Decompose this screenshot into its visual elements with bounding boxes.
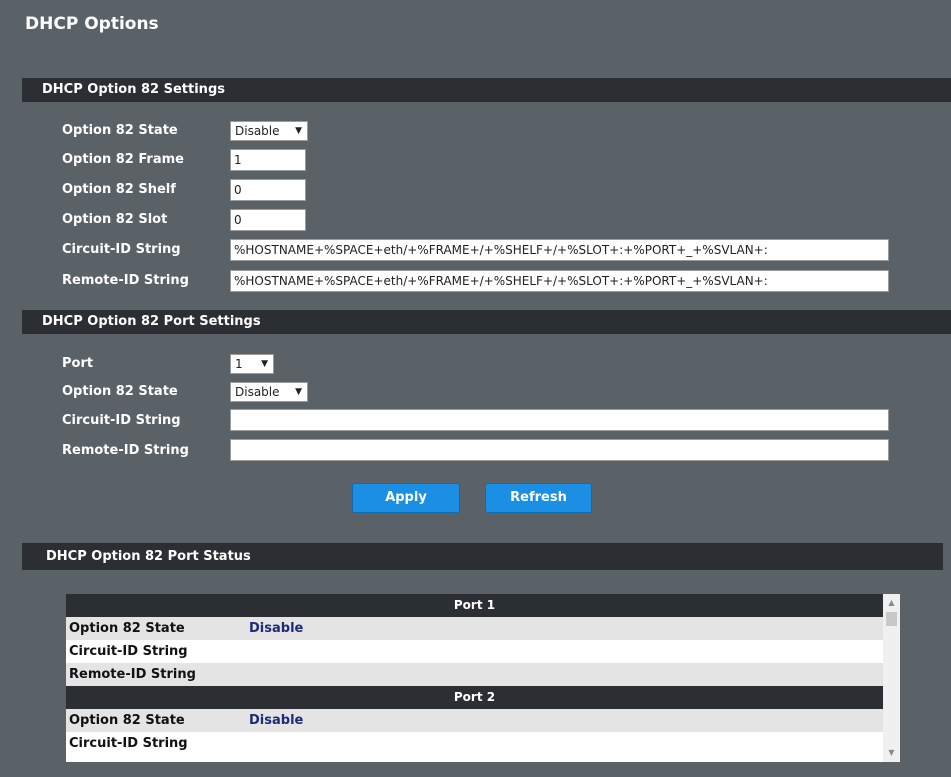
port1-header: Port 1 <box>66 594 883 617</box>
table-row: Circuit-ID String <box>66 732 883 755</box>
port-label: Port <box>62 356 94 371</box>
refresh-button[interactable]: Refresh <box>485 483 592 513</box>
option82-shelf-label: Option 82 Shelf <box>62 182 176 197</box>
port-option82-state-label: Option 82 State <box>62 384 178 399</box>
port1-remote-label: Remote-ID String <box>69 667 196 682</box>
option82-state-label: Option 82 State <box>62 123 178 138</box>
remote-id-label: Remote-ID String <box>62 273 189 288</box>
option82-state-select[interactable]: Disable ▼ <box>230 121 308 141</box>
port-select[interactable]: 1 ▼ <box>230 354 274 374</box>
port1-state-label: Option 82 State <box>69 621 185 636</box>
port2-header: Port 2 <box>66 686 883 709</box>
chevron-down-icon: ▼ <box>295 387 302 397</box>
remote-id-input[interactable]: %HOSTNAME+%SPACE+eth/+%FRAME+/+%SHELF+/+… <box>230 270 889 292</box>
port-settings-section-title: DHCP Option 82 Port Settings <box>42 314 261 329</box>
port1-state-value: Disable <box>249 621 304 636</box>
settings-section-header: DHCP Option 82 Settings <box>22 78 951 102</box>
option82-shelf-input[interactable]: 0 <box>230 179 306 201</box>
port-status-table: Port 1 Option 82 State Disable Circuit-I… <box>66 594 883 762</box>
port-status-section-title: DHCP Option 82 Port Status <box>46 549 251 564</box>
page-title: DHCP Options <box>25 14 159 34</box>
chevron-down-icon: ▼ <box>261 359 268 369</box>
status-table-scrollbar[interactable]: ▲ ▼ <box>883 594 900 762</box>
circuit-id-label: Circuit-ID String <box>62 242 181 257</box>
port-circuit-id-label: Circuit-ID String <box>62 413 181 428</box>
option82-frame-label: Option 82 Frame <box>62 152 184 167</box>
apply-button[interactable]: Apply <box>352 483 460 513</box>
port-circuit-id-input[interactable] <box>230 409 889 431</box>
settings-section-title: DHCP Option 82 Settings <box>42 82 225 97</box>
option82-slot-label: Option 82 Slot <box>62 212 168 227</box>
table-row: Option 82 State Disable <box>66 617 883 640</box>
port2-state-value: Disable <box>249 713 304 728</box>
table-row: Remote-ID String <box>66 663 883 686</box>
port-select-value: 1 <box>235 357 243 371</box>
option82-frame-input[interactable]: 1 <box>230 149 306 171</box>
port-status-section-header: DHCP Option 82 Port Status <box>22 543 943 570</box>
port-option82-state-value: Disable <box>235 385 280 399</box>
table-row: Option 82 State Disable <box>66 709 883 732</box>
option82-state-value: Disable <box>235 124 280 138</box>
port2-circuit-label: Circuit-ID String <box>69 736 188 751</box>
port1-circuit-label: Circuit-ID String <box>69 644 188 659</box>
circuit-id-input[interactable]: %HOSTNAME+%SPACE+eth/+%FRAME+/+%SHELF+/+… <box>230 239 889 261</box>
port-remote-id-input[interactable] <box>230 439 889 461</box>
scrollbar-thumb[interactable] <box>886 612 897 626</box>
table-row: Circuit-ID String <box>66 640 883 663</box>
option82-slot-input[interactable]: 0 <box>230 209 306 231</box>
port-option82-state-select[interactable]: Disable ▼ <box>230 382 308 402</box>
port2-state-label: Option 82 State <box>69 713 185 728</box>
scroll-up-arrow-icon[interactable]: ▲ <box>883 596 900 610</box>
port-settings-section-header: DHCP Option 82 Port Settings <box>22 310 951 334</box>
port-remote-id-label: Remote-ID String <box>62 443 189 458</box>
chevron-down-icon: ▼ <box>295 126 302 136</box>
scroll-down-arrow-icon[interactable]: ▼ <box>883 746 900 760</box>
